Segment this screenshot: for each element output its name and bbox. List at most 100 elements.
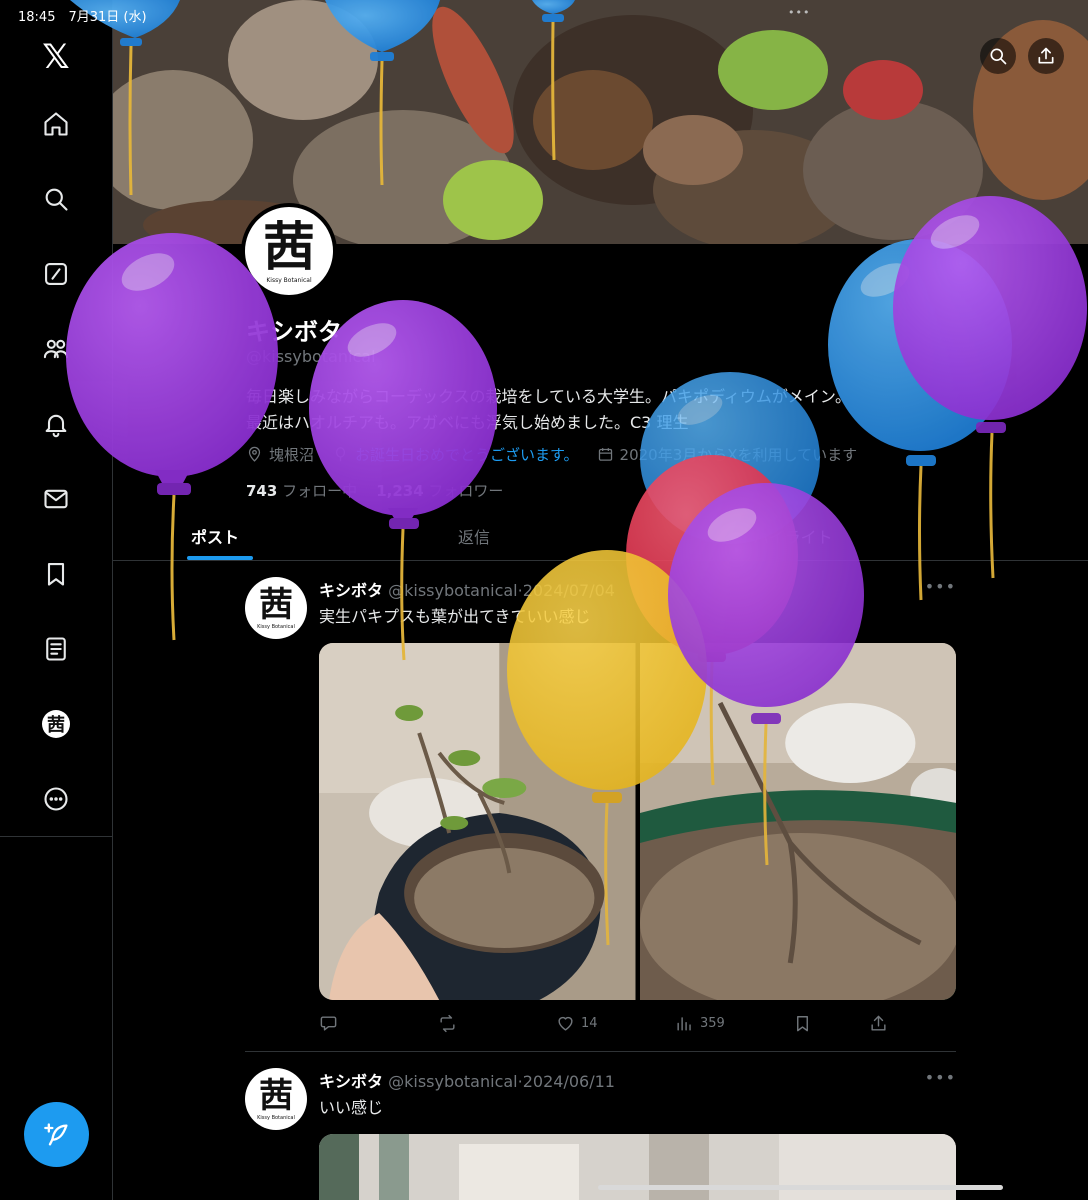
followers-link[interactable]: 1,234 フォロワー xyxy=(376,482,503,500)
following-count: 743 xyxy=(246,482,278,500)
post[interactable]: 茜 Kissy Botanical キシボタ @kissybotanical·2… xyxy=(245,577,956,1052)
heart-icon xyxy=(558,1016,573,1031)
bookmark-button[interactable] xyxy=(793,1014,818,1033)
compose-post-button[interactable] xyxy=(24,1102,89,1167)
profile-banner xyxy=(113,0,1088,244)
sidebar-item-notifications[interactable] xyxy=(31,399,81,449)
sidebar-divider xyxy=(0,836,113,837)
search-icon xyxy=(990,48,1007,65)
followers-label: フォロワー xyxy=(428,482,504,500)
share-button[interactable] xyxy=(869,1014,894,1033)
post[interactable]: 茜 Kissy Botanical キシボタ @kissybotanical·2… xyxy=(245,1068,956,1200)
sidebar-item-lists[interactable] xyxy=(31,624,81,674)
plant-photo-right xyxy=(639,643,956,1000)
post-divider xyxy=(245,1051,956,1052)
repost-icon xyxy=(440,1014,455,1033)
sidebar-item-more[interactable] xyxy=(31,774,81,824)
view-count: 359 xyxy=(700,1016,725,1031)
sidebar-item-profile[interactable]: 茜 xyxy=(31,699,81,749)
sidebar-item-search[interactable] xyxy=(31,174,81,224)
sidebar-item-bookmarks[interactable] xyxy=(31,549,81,599)
sidebar-item-communities[interactable] xyxy=(31,324,81,374)
post-date[interactable]: 2024/07/04 xyxy=(523,581,615,600)
post-image[interactable] xyxy=(319,1134,956,1200)
avatar-caption: Kissy Botanical xyxy=(266,276,312,284)
post-author-handle[interactable]: @kissybotanical xyxy=(388,581,518,600)
reply-icon xyxy=(320,1016,337,1031)
post-image[interactable] xyxy=(319,643,636,1000)
following-label: フォロー中 xyxy=(282,482,358,500)
avatar-caption: Kissy Botanical xyxy=(257,1115,295,1121)
active-tab-indicator xyxy=(187,556,253,560)
post-text: いい感じ xyxy=(319,1098,384,1117)
more-circle-icon xyxy=(44,787,68,811)
grok-icon xyxy=(45,263,67,285)
post-media[interactable] xyxy=(319,1134,956,1200)
x-logo[interactable]: 𝕏 xyxy=(31,32,81,82)
home-indicator[interactable] xyxy=(598,1185,1003,1190)
bell-icon xyxy=(45,414,67,438)
feather-plus-icon xyxy=(43,1122,68,1145)
mail-icon xyxy=(44,489,68,509)
like-count: 14 xyxy=(581,1016,598,1031)
avatar-caption: Kissy Botanical xyxy=(257,624,295,630)
multitask-dots[interactable]: ••• xyxy=(788,6,810,19)
status-bar: 18:45 7月31日 (水) ••• xyxy=(0,0,1088,28)
post-more-button[interactable]: ••• xyxy=(925,577,956,596)
sidebar-item-messages[interactable] xyxy=(31,474,81,524)
post-avatar[interactable]: 茜 Kissy Botanical xyxy=(245,1068,307,1130)
plant-photo-left xyxy=(319,643,636,1000)
profile-meta: 塊根沼 お誕生日おめでとうございます。 2020年3月からXを利用しています xyxy=(246,443,875,465)
post-author-handle[interactable]: @kissybotanical xyxy=(388,1072,518,1091)
location-text: 塊根沼 xyxy=(269,445,315,464)
joined-date: 2020年3月からXを利用しています xyxy=(597,444,858,465)
repost-button[interactable] xyxy=(438,1014,463,1033)
list-icon xyxy=(46,637,66,661)
communities-icon xyxy=(43,339,69,359)
tab-replies[interactable]: 返信 xyxy=(458,524,490,548)
birthday: お誕生日おめでとうございます。 xyxy=(332,444,579,465)
reply-button[interactable] xyxy=(319,1014,344,1033)
profile-tabs: ポスト 返信 ハイライト xyxy=(113,508,1088,561)
bookmark-icon xyxy=(47,563,65,586)
avatar-glyph: 茜 xyxy=(47,715,65,736)
display-name: キシボタ xyxy=(246,318,342,346)
profile-search-button[interactable] xyxy=(980,38,1016,74)
profile-handle: @kissybotanical xyxy=(246,347,376,366)
profile-bio: 毎日楽しみながらコーデックスの栽培をしている大学生。パキポディウムがメイン。 最… xyxy=(246,384,966,436)
post-media[interactable] xyxy=(319,643,956,1000)
bookmark-icon xyxy=(797,1016,808,1032)
sidebar-item-grok[interactable] xyxy=(31,249,81,299)
birthday-text: お誕生日おめでとうございます。 xyxy=(355,445,579,464)
joined-text: 2020年3月からXを利用しています xyxy=(619,445,858,464)
profile-avatar[interactable]: 茜 Kissy Botanical xyxy=(241,203,337,299)
avatar-glyph: 茜 xyxy=(262,216,315,278)
following-link[interactable]: 743 フォロー中 xyxy=(246,482,357,500)
like-button[interactable]: 14 xyxy=(556,1014,598,1033)
balloon-icon xyxy=(335,446,346,461)
post-author-name[interactable]: キシボタ xyxy=(319,1072,383,1091)
follow-stats: 743 フォロー中 1,234 フォロワー xyxy=(246,480,503,501)
tab-highlights[interactable]: ハイライト xyxy=(753,524,833,548)
post-avatar[interactable]: 茜 Kissy Botanical xyxy=(245,577,307,639)
tab-posts[interactable]: ポスト xyxy=(191,524,239,548)
avatar-glyph: 茜 xyxy=(259,585,293,625)
post-date[interactable]: 2024/06/11 xyxy=(523,1072,615,1091)
calendar-icon xyxy=(598,447,612,461)
views-button[interactable]: 359 xyxy=(675,1014,725,1033)
sidebar: 𝕏 茜 xyxy=(0,0,113,1200)
bio-line: 毎日楽しみながらコーデックスの栽培をしている大学生。パキポディウムがメイン。 xyxy=(246,387,851,406)
post-text: 実生パキプスも葉が出てきていい感じ xyxy=(319,607,591,626)
profile-main: 茜 Kissy Botanical キシボタ @kissybotanical 毎… xyxy=(113,0,1088,1200)
home-icon xyxy=(44,112,68,136)
post-image[interactable] xyxy=(639,643,956,1000)
avatar: 茜 xyxy=(42,710,70,738)
share-profile-button[interactable] xyxy=(1028,38,1064,74)
banner-image xyxy=(113,0,1088,244)
search-icon xyxy=(45,188,68,211)
status-time: 18:45 7月31日 (水) xyxy=(18,10,147,25)
post-photo xyxy=(319,1134,956,1200)
sidebar-item-home[interactable] xyxy=(31,99,81,149)
post-more-button[interactable]: ••• xyxy=(925,1068,956,1087)
post-author-name[interactable]: キシボタ xyxy=(319,581,383,600)
